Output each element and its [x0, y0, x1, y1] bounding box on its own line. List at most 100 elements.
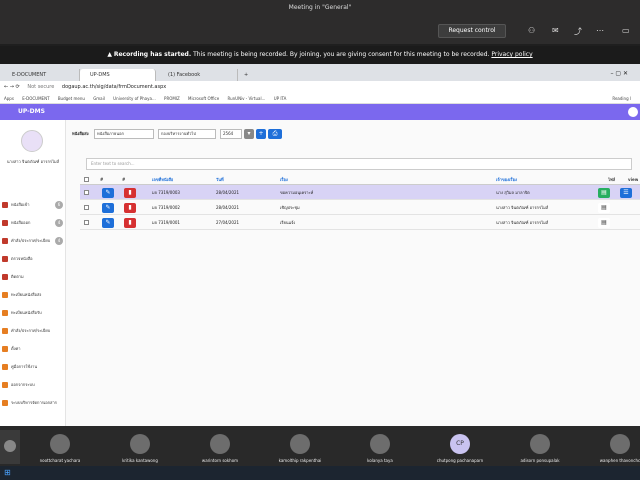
- file-icon[interactable]: ▤: [598, 218, 610, 228]
- delete-icon[interactable]: ▮: [124, 203, 136, 213]
- edit-icon[interactable]: ✎: [102, 188, 114, 198]
- participant-tile[interactable]: noottcharat yachara: [28, 430, 92, 466]
- menu-icon: [2, 346, 8, 352]
- sidebar-item[interactable]: ระบบบริหารจัดการเอกสาร: [0, 396, 65, 410]
- share-icon[interactable]: ⤴: [574, 26, 582, 37]
- column-header[interactable]: เจ้าของเรื่อง: [496, 175, 517, 185]
- reading-list[interactable]: Reading l: [612, 93, 631, 104]
- file-icon[interactable]: ▤: [598, 203, 610, 213]
- column-header[interactable]: วันที่: [216, 175, 224, 185]
- self-avatar-icon: [4, 440, 16, 452]
- tab-facebook[interactable]: (1) Facebook: [158, 69, 238, 81]
- bookmark-upita[interactable]: UP ITA: [274, 96, 287, 101]
- cell-no: มจ 7319/0003: [152, 190, 180, 195]
- participant-name: kamolthip rakpenthai: [278, 458, 322, 463]
- tab-edocument[interactable]: E-DOCUMENT: [2, 69, 80, 81]
- participants-strip: noottcharat yachara kritika kantawong wari…: [0, 426, 640, 466]
- column-header[interactable]: #: [100, 175, 103, 185]
- window-controls-icon[interactable]: – ▢ ✕: [610, 70, 628, 77]
- column-header[interactable]: #: [122, 175, 125, 185]
- participant-tile[interactable]: warintorn sokhom: [188, 430, 252, 466]
- participant-tile[interactable]: kolanya taya: [348, 430, 412, 466]
- table-row[interactable]: ✎ ▮ มจ 7319/0001 27/04/2021 เรียนแจ้ง นางสาว …: [80, 215, 640, 230]
- print-icon[interactable]: ⎙: [268, 129, 282, 139]
- select-all-checkbox[interactable]: [84, 177, 89, 182]
- sidebar-item[interactable]: หนังสือเข้า 6: [0, 198, 65, 212]
- sidebar-item[interactable]: ออกจากระบบ: [0, 378, 65, 392]
- camera-icon[interactable]: ▭: [622, 26, 630, 35]
- participant-tile[interactable]: CP chutpong pachanaparn: [428, 430, 492, 466]
- bookmark-office[interactable]: Microsoft Office: [188, 96, 219, 101]
- bookmark-university[interactable]: University of Phaya...: [113, 96, 156, 101]
- doc-type-select[interactable]: หนังสือภายนอก: [94, 129, 154, 139]
- participant-tile[interactable]: kamolthip rakpenthai: [268, 430, 332, 466]
- url-text[interactable]: dogaup.ac.th/sig/data/frmDocument.aspx: [62, 84, 166, 90]
- row-checkbox[interactable]: [84, 205, 89, 210]
- edit-icon[interactable]: ✎: [102, 218, 114, 228]
- column-header[interactable]: view: [628, 175, 638, 185]
- menu-icon: [2, 400, 8, 406]
- sidebar-item[interactable]: ติดตาม: [0, 270, 65, 284]
- table-row[interactable]: ✎ ▮ มจ 7319/0003 28/04/2021 ขอความอนุเคราะห์…: [80, 185, 640, 200]
- windows-start-icon[interactable]: ⊞: [4, 468, 11, 477]
- row-checkbox[interactable]: [84, 220, 89, 225]
- app-window: UP-DMS นางสาว จินตภัณฑ์ อารกรไมส์ หนังสื…: [0, 104, 640, 426]
- tab-updms[interactable]: UP-DMS: [80, 69, 156, 81]
- sidebar-item[interactable]: ตรวจหนังสือ: [0, 252, 65, 266]
- sidebar-item-label: คำสั่ง/ประกาศ/ระเบียบ: [11, 328, 51, 333]
- bookmark-apps[interactable]: Apps: [4, 96, 14, 101]
- table-row[interactable]: ✎ ▮ มจ 7319/0002 28/04/2021 เชิญประชุม นางสาว…: [80, 200, 640, 215]
- delete-icon[interactable]: ▮: [124, 218, 136, 228]
- nav-arrows-icon[interactable]: ← → ⟳: [4, 84, 20, 90]
- menu-icon: [2, 310, 8, 316]
- sidebar-item[interactable]: คำสั่ง/ประกาศ/ระเบียบ: [0, 324, 65, 338]
- delete-icon[interactable]: ▮: [124, 188, 136, 198]
- column-header[interactable]: เลขที่หนังสือ: [152, 175, 173, 185]
- cell-owner: นางสาว จินตภัณฑ์ อารกรไมส์: [496, 205, 549, 210]
- year-dropdown-button[interactable]: ▾: [244, 129, 254, 139]
- sidebar-item[interactable]: ทะเบียนหนังสือส่ง: [0, 288, 65, 302]
- edit-icon[interactable]: ✎: [102, 203, 114, 213]
- sidebar-item[interactable]: หนังสือออก 4: [0, 216, 65, 230]
- view-icon[interactable]: ☰: [620, 188, 632, 198]
- search-input[interactable]: Enter text to search...: [86, 158, 632, 170]
- bookmark-rununiv[interactable]: RunUNiv - Virtual...: [227, 96, 265, 101]
- bookmark-edocument[interactable]: E-DOCUMENT: [22, 96, 49, 101]
- participant-avatar: [50, 434, 70, 454]
- menu-icon: [2, 238, 8, 244]
- participant-tile[interactable]: adisorn ponsupalak: [508, 430, 572, 466]
- browser-chrome: E-DOCUMENT UP-DMS (1) Facebook + – ▢ ✕ ←…: [0, 64, 640, 104]
- sidebar-item[interactable]: คู่มือการใช้งาน: [0, 360, 65, 374]
- bookmark-gmail[interactable]: Gmail: [93, 96, 105, 101]
- windows-taskbar: ⊞: [0, 466, 640, 480]
- settings-gear-icon[interactable]: [628, 107, 638, 117]
- chat-icon[interactable]: ✉: [552, 26, 559, 35]
- participants-icon[interactable]: ⚇: [528, 26, 535, 35]
- user-avatar: [21, 130, 43, 152]
- sidebar-item[interactable]: คำสั่ง/ประกาศ/ระเบียบ 4: [0, 234, 65, 248]
- bookmark-budget[interactable]: Budget menu: [58, 96, 85, 101]
- file-icon[interactable]: ▤: [598, 188, 610, 198]
- cell-owner: นางสาว จินตภัณฑ์ อารกรไมส์: [496, 220, 549, 225]
- privacy-policy-link[interactable]: Privacy policy: [491, 51, 532, 58]
- row-checkbox[interactable]: [84, 190, 89, 195]
- bookmarks-bar: Apps E-DOCUMENT Budget menu Gmail Univer…: [0, 93, 640, 104]
- request-control-button[interactable]: Request control: [438, 24, 506, 38]
- column-header[interactable]: ไฟล์: [608, 175, 615, 185]
- participant-tile[interactable]: wanphen thavonchc: [588, 430, 640, 466]
- participant-tile[interactable]: kritika kantawong: [108, 430, 172, 466]
- column-header[interactable]: เรื่อง: [280, 175, 288, 185]
- add-button[interactable]: +: [256, 129, 266, 139]
- app-header: UP-DMS: [0, 104, 640, 120]
- recording-text: This meeting is being recorded. By joini…: [193, 51, 490, 58]
- year-select[interactable]: 2564: [220, 129, 242, 139]
- more-icon[interactable]: ⋯: [596, 26, 604, 35]
- unit-select[interactable]: กองบริหารงานทั่วไป: [158, 129, 216, 139]
- new-tab-button[interactable]: +: [240, 69, 254, 81]
- sidebar-item[interactable]: ตั้งค่า: [0, 342, 65, 356]
- sidebar-item[interactable]: ทะเบียนหนังสือรับ: [0, 306, 65, 320]
- address-bar[interactable]: ← → ⟳ Not secure dogaup.ac.th/sig/data/f…: [0, 81, 640, 93]
- bookmark-promiz[interactable]: PROMIZ: [164, 96, 180, 101]
- filter-label: หนังสือส่ง: [72, 131, 89, 136]
- sidebar-badge: 4: [55, 219, 63, 227]
